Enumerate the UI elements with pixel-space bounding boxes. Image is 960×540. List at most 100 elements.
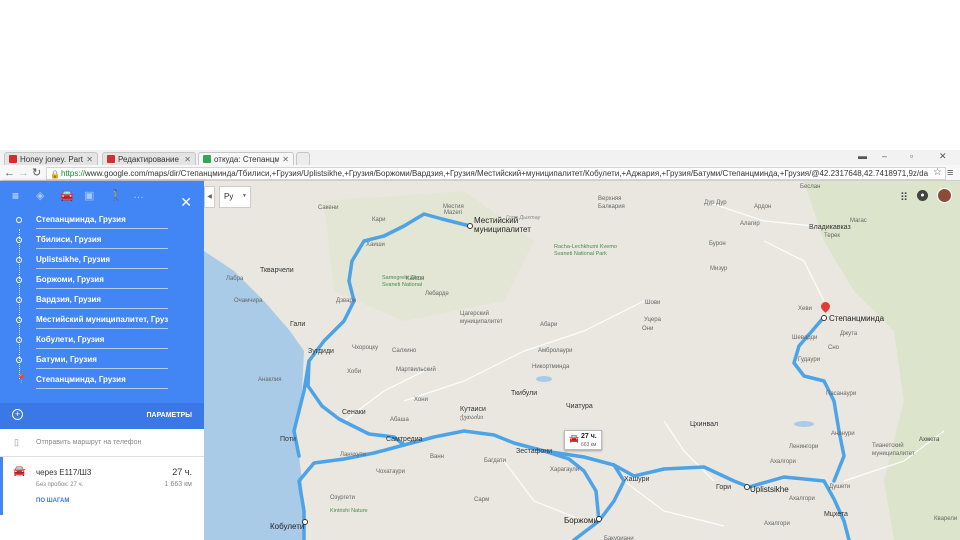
map-place-label: Сарм: [474, 497, 490, 503]
stop-5[interactable]: Вардзия, Грузия: [0, 291, 204, 311]
map-park-label: Samegrelo Zemo: [382, 275, 425, 281]
tab-title: откуда: Степанцмин: [214, 154, 279, 164]
star-icon[interactable]: ☆: [933, 166, 942, 180]
map-place-label: Мизур: [710, 266, 728, 272]
stop-2[interactable]: Тбилиси, Грузия: [0, 231, 204, 251]
map-place-label: Озургети: [330, 495, 355, 501]
caret-down-icon: ▼: [242, 193, 247, 199]
map-canvas[interactable]: Местийский муниципалитет Степанцминда Uplis…: [204, 181, 960, 540]
restore-button[interactable]: ▫: [910, 151, 913, 161]
avatar[interactable]: [937, 188, 952, 203]
url-scheme: https://: [61, 169, 86, 178]
stop-input[interactable]: Местийский муниципалитет, Грузия: [36, 315, 168, 329]
browser-tab-1[interactable]: Honey joney. Part 2 ✕: [4, 152, 98, 165]
route-info-bubble[interactable]: 🚘 27 ч. 663 км: [564, 430, 602, 450]
close-window-button[interactable]: ✕: [939, 151, 947, 162]
stop-input[interactable]: Вардзия, Грузия: [36, 295, 168, 309]
map-place-label: Поти: [280, 436, 296, 443]
tab-close-icon[interactable]: ✕: [184, 155, 191, 164]
favicon-icon: [9, 155, 17, 163]
back-arrow-icon[interactable]: ←: [4, 166, 15, 180]
collapse-panel-button[interactable]: ◀: [204, 186, 215, 208]
waypoint-uplistsikhe[interactable]: [744, 484, 750, 490]
stop-input[interactable]: Батуми, Грузия: [36, 355, 168, 369]
browser-tab-3[interactable]: откуда: Степанцмин ✕: [198, 152, 294, 165]
new-tab-button[interactable]: [296, 152, 310, 165]
tab-close-icon[interactable]: ✕: [282, 155, 289, 164]
waypoint-mestia[interactable]: [467, 223, 473, 229]
map-place-label: Зугдиди: [308, 348, 334, 355]
map-place-label: Ардон: [754, 204, 772, 210]
map-place-label: Ленингори: [789, 444, 819, 450]
close-icon[interactable]: ✕: [180, 195, 192, 209]
stop-6[interactable]: Местийский муниципалитет, Грузия: [0, 311, 204, 331]
stop-input[interactable]: Степанцминда, Грузия: [36, 215, 168, 229]
forward-arrow-icon[interactable]: →: [18, 166, 29, 180]
map-place-label: Mazeri: [444, 210, 463, 216]
language-selector[interactable]: Ру ▼: [219, 186, 251, 208]
tab-close-icon[interactable]: ✕: [86, 155, 93, 164]
waypoint-borjomi[interactable]: [596, 516, 602, 522]
stop-8[interactable]: Батуми, Грузия: [0, 351, 204, 371]
url-input[interactable]: 🔒 https://www.google.com/maps/dir/Степан…: [46, 167, 946, 180]
stop-9[interactable]: 📍 Степанцминда, Грузия: [0, 371, 204, 391]
stop-dot-icon: [16, 297, 22, 303]
route-option[interactable]: 🚘 через E117/Ш3 27 ч. Без пробок: 27 ч. …: [0, 457, 204, 515]
map-place-label: Харагаули: [550, 467, 580, 473]
add-destination-icon[interactable]: +: [12, 409, 23, 420]
map-place-label: ქუთაისი: [460, 415, 484, 421]
car-icon[interactable]: 🚘: [60, 189, 74, 202]
map-place-label: Самтредиа: [386, 436, 423, 443]
map-place-label: Uplistsikhe: [750, 485, 789, 494]
apps-grid-icon[interactable]: ⠿: [900, 191, 908, 204]
map-park-label: Kintrishi Nature: [330, 508, 368, 514]
url-text: www.google.com/maps/dir/Степанцминда/Тби…: [85, 169, 929, 178]
stop-1[interactable]: Степанцминда, Грузия: [0, 211, 204, 231]
stop-3[interactable]: Uplistsikhe, Грузия: [0, 251, 204, 271]
stop-4[interactable]: Боржоми, Грузия: [0, 271, 204, 291]
map-place-label: Сенаки: [342, 409, 366, 416]
more-modes-icon[interactable]: …: [133, 189, 144, 201]
transit-icon[interactable]: ▣: [84, 189, 94, 202]
steps-link[interactable]: ПО ШАГАМ: [36, 498, 69, 504]
options-button[interactable]: ПАРАМЕТРЫ: [147, 412, 193, 419]
stop-input[interactable]: Кобулети, Грузия: [36, 335, 168, 349]
map-place-label: Сакени: [318, 205, 339, 211]
map-place-label: Магас: [850, 218, 867, 224]
address-bar-row: ← → ↻ 🔒 https://www.google.com/maps/dir/…: [0, 165, 960, 181]
browser-tab-2[interactable]: Редактирование за ✕: [102, 152, 196, 165]
reload-icon[interactable]: ↻: [32, 166, 41, 180]
map-place-label: Терек: [824, 233, 840, 239]
stop-input[interactable]: Степанцминда, Грузия: [36, 375, 168, 389]
map-place-label: муниципалитет: [474, 225, 531, 234]
send-to-phone-row[interactable]: ▯ Отправить маршрут на телефон: [0, 429, 204, 457]
map-place-label: Сно: [828, 345, 839, 351]
walking-icon[interactable]: 🚶: [109, 189, 123, 202]
waypoint-kobuleti[interactable]: [302, 519, 308, 525]
map-place-label: Цагерский: [460, 311, 489, 317]
phone-icon: ▯: [14, 437, 19, 447]
stop-dot-icon: [16, 277, 22, 283]
tab-title: Honey joney. Part 2: [20, 154, 84, 164]
map-place-label: Хаиши: [366, 242, 385, 248]
stop-input[interactable]: Uplistsikhe, Грузия: [36, 255, 168, 269]
notifications-icon[interactable]: ●: [917, 190, 928, 201]
route-bubble-distance: 663 км: [581, 442, 597, 448]
map-place-label: Ахмета: [919, 437, 940, 443]
minimize-button[interactable]: –: [882, 151, 887, 161]
stop-input[interactable]: Тбилиси, Грузия: [36, 235, 168, 249]
menu-icon[interactable]: ≡: [947, 166, 953, 180]
waypoint-stepantsminda[interactable]: [821, 315, 827, 321]
map-place-label: Абаша: [390, 417, 409, 423]
stop-input[interactable]: Боржоми, Грузия: [36, 275, 168, 289]
map-place-label: Ахалгори: [770, 459, 796, 465]
map-place-label: Бакуриани: [604, 536, 634, 540]
map-place-label: Верхняя: [598, 196, 622, 202]
stop-7[interactable]: Кобулети, Грузия: [0, 331, 204, 351]
best-route-icon[interactable]: ◈: [36, 189, 44, 202]
map-place-label: Хеви: [798, 306, 812, 312]
map-place-label: Уцера: [644, 317, 661, 323]
hamburger-menu-icon[interactable]: ≡: [12, 189, 19, 203]
map-place-label: Боржоми: [564, 516, 598, 525]
profile-icon[interactable]: ▬: [858, 151, 867, 161]
